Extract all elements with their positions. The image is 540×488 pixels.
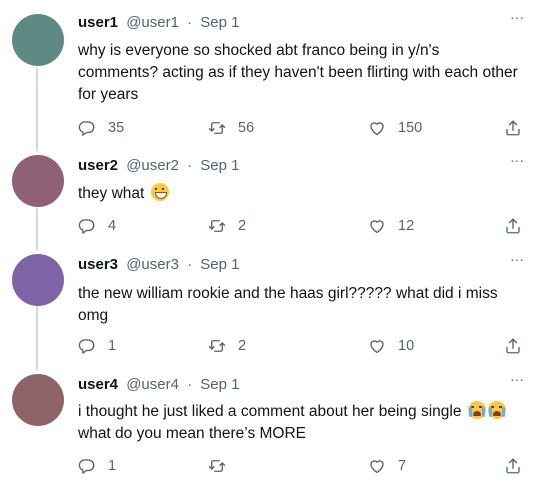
heart-icon <box>368 457 386 475</box>
tweet-text: the new william rookie and the haas girl… <box>78 285 498 324</box>
retweet-count: 2 <box>238 338 247 354</box>
reply-button[interactable]: 4 <box>78 214 116 238</box>
grinning-face-emoji <box>150 183 169 201</box>
tweet-text: they what <box>78 183 523 205</box>
share-icon <box>504 217 522 235</box>
timestamp[interactable]: Sep 1 <box>200 256 239 273</box>
more-options-icon[interactable]: ··· <box>508 153 526 169</box>
heart-icon <box>368 217 386 235</box>
separator: · <box>187 256 193 273</box>
tweet-header: user4 @user4 · Sep 1 <box>78 374 240 396</box>
tweet-text-content: they what <box>78 185 145 202</box>
loudly-crying-face-emoji <box>467 401 486 419</box>
tweet[interactable]: user1 @user1 · Sep 1 ··· why is everyone… <box>0 10 540 142</box>
reply-button[interactable]: 1 <box>78 334 116 358</box>
share-button[interactable] <box>504 454 522 478</box>
share-button[interactable] <box>504 214 522 238</box>
reply-button[interactable]: 35 <box>78 116 124 140</box>
retweet-icon <box>208 337 226 355</box>
handle[interactable]: @user2 <box>126 157 179 174</box>
retweet-button[interactable] <box>208 454 238 478</box>
like-button[interactable]: 12 <box>368 214 414 238</box>
reply-button[interactable]: 1 <box>78 454 116 478</box>
tweet[interactable]: user2 @user2 · Sep 1 ··· they what 4 2 1… <box>0 153 540 245</box>
timestamp[interactable]: Sep 1 <box>200 157 239 174</box>
share-button[interactable] <box>504 334 522 358</box>
tweet-text: i thought he just liked a comment about … <box>78 401 523 445</box>
avatar[interactable] <box>12 155 64 207</box>
more-options-icon[interactable]: ··· <box>508 252 526 268</box>
like-count: 7 <box>398 458 407 474</box>
avatar[interactable] <box>12 374 64 426</box>
retweet-icon <box>208 217 226 235</box>
display-name[interactable]: user2 <box>78 157 118 174</box>
retweet-button[interactable]: 2 <box>208 214 246 238</box>
tweet-text-line: i thought he just liked a comment about … <box>78 401 523 423</box>
more-options-icon[interactable]: ··· <box>508 372 526 388</box>
handle[interactable]: @user3 <box>126 256 179 273</box>
tweet-header: user1 @user1 · Sep 1 <box>78 12 240 34</box>
more-options-icon[interactable]: ··· <box>508 10 526 26</box>
loudly-crying-face-emoji <box>487 401 506 419</box>
tweet-header: user2 @user2 · Sep 1 <box>78 155 240 177</box>
tweet-header: user3 @user3 · Sep 1 <box>78 254 240 276</box>
action-bar: 1 7 <box>72 454 532 478</box>
like-count: 150 <box>398 120 423 136</box>
retweet-icon <box>208 119 226 137</box>
separator: · <box>187 14 193 31</box>
action-bar: 35 56 150 <box>72 116 532 140</box>
retweet-icon <box>208 457 226 475</box>
timestamp[interactable]: Sep 1 <box>200 376 239 393</box>
separator: · <box>187 157 193 174</box>
display-name[interactable]: user4 <box>78 376 118 393</box>
reply-icon <box>78 337 96 355</box>
retweet-button[interactable]: 2 <box>208 334 246 358</box>
display-name[interactable]: user1 <box>78 14 118 31</box>
share-button[interactable] <box>504 116 522 140</box>
reply-icon <box>78 217 96 235</box>
tweet-text-line: what do you mean there’s MORE <box>78 425 307 442</box>
tweet-text: why is everyone so shocked abt franco be… <box>78 42 518 103</box>
reply-icon <box>78 119 96 137</box>
tweet[interactable]: user3 @user3 · Sep 1 ··· the new william… <box>0 252 540 364</box>
heart-icon <box>368 119 386 137</box>
reply-count: 1 <box>108 458 117 474</box>
retweet-count: 2 <box>238 218 247 234</box>
share-icon <box>504 457 522 475</box>
like-button[interactable]: 10 <box>368 334 414 358</box>
handle[interactable]: @user4 <box>126 376 179 393</box>
retweet-button[interactable]: 56 <box>208 116 254 140</box>
tweet[interactable]: user4 @user4 · Sep 1 ··· i thought he ju… <box>0 372 540 484</box>
like-button[interactable]: 150 <box>368 116 422 140</box>
separator: · <box>187 376 193 393</box>
heart-icon <box>368 337 386 355</box>
display-name[interactable]: user3 <box>78 256 118 273</box>
reply-count: 35 <box>108 120 125 136</box>
share-icon <box>504 119 522 137</box>
share-icon <box>504 337 522 355</box>
action-bar: 4 2 12 <box>72 214 532 238</box>
like-button[interactable]: 7 <box>368 454 406 478</box>
action-bar: 1 2 10 <box>72 334 532 358</box>
reply-count: 1 <box>108 338 117 354</box>
avatar[interactable] <box>12 14 64 66</box>
timestamp[interactable]: Sep 1 <box>200 14 239 31</box>
handle[interactable]: @user1 <box>126 14 179 31</box>
like-count: 12 <box>398 218 415 234</box>
retweet-count: 56 <box>238 120 255 136</box>
like-count: 10 <box>398 338 415 354</box>
avatar[interactable] <box>12 254 64 306</box>
reply-icon <box>78 457 96 475</box>
reply-count: 4 <box>108 218 117 234</box>
